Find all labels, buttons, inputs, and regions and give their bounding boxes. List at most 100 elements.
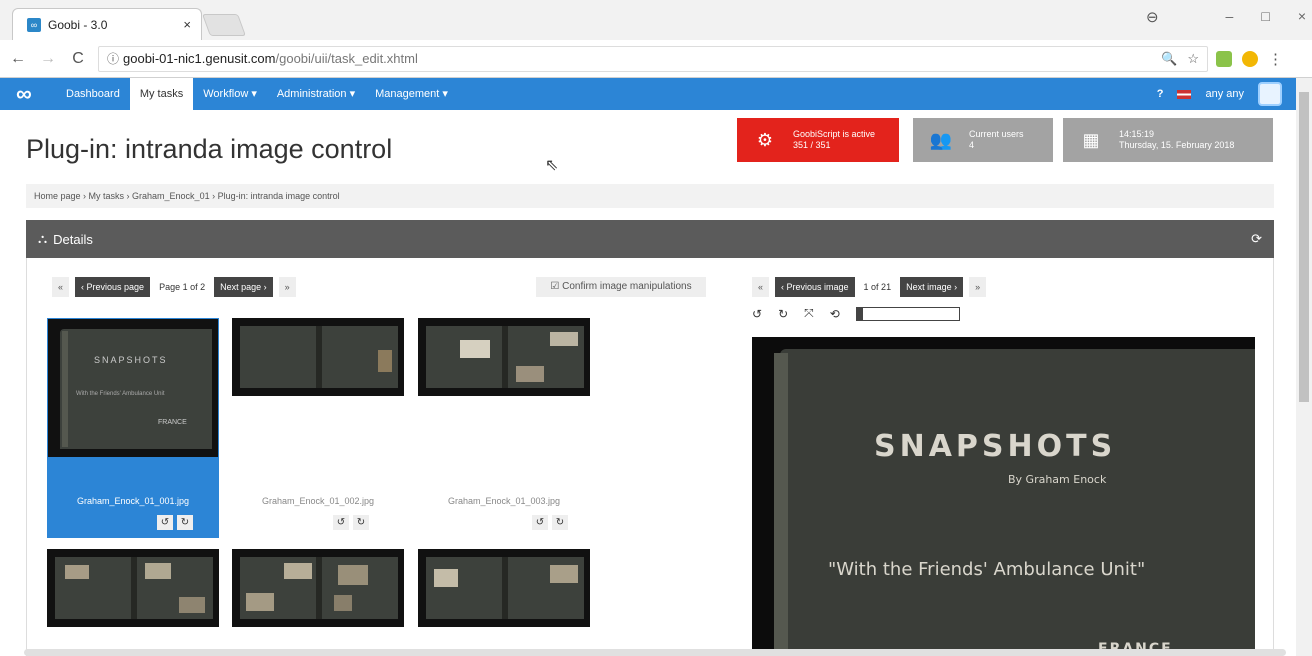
image-indicator: 1 of 21 [863,282,892,292]
cover-title: SNAPSHOTS [874,429,1117,464]
zoom-slider[interactable] [855,306,960,321]
goobi-logo[interactable]: ∞ [16,78,56,110]
browser-menu-icon[interactable]: ⋮ [1268,50,1283,68]
gear-icon: ⚙ [756,129,774,150]
language-flag-icon[interactable] [1177,89,1192,99]
thumbnail-image[interactable] [232,318,404,396]
fullscreen-icon[interactable]: ⤧ [804,306,814,321]
page-indicator: Page 1 of 2 [159,282,206,292]
user-name[interactable]: any any [1205,88,1244,100]
thumbnail-filename: Graham_Enock_01_001.jpg [76,496,190,506]
goobiscript-widget[interactable]: ⚙ GoobiScript is active 351 / 351 [737,118,899,162]
users-label: Current users [969,129,1024,139]
page-title: Plug-in: intranda image control [26,134,393,164]
nav-administration[interactable]: Administration ▾ [267,78,365,110]
mouse-cursor-icon: ⇖ [545,157,559,174]
breadcrumb[interactable]: Home page › My tasks › Graham_Enock_01 ›… [26,184,1274,208]
goobi-favicon-icon: ∞ [27,17,41,32]
last-page-button[interactable]: » [278,277,296,297]
new-tab-button[interactable] [201,14,247,36]
rotate-left-icon[interactable]: ↺ [333,515,349,530]
extension-icon[interactable] [1216,50,1232,67]
nav-management[interactable]: Management ▾ [365,78,458,110]
cover-author: By Graham Enock [1008,473,1107,486]
thumbnail-image[interactable] [47,549,219,627]
address-bar: ← → C ⓘ goobi-01-nic1.genusit.com /goobi… [0,40,1312,78]
image-tools: ↺ ↻ ⤧ ⟲ [752,306,960,321]
thumbnail-filename: Graham_Enock_01_003.jpg [447,496,561,506]
rotate-left-icon[interactable]: ↺ [157,515,173,530]
vertical-scrollbar[interactable] [1296,78,1312,656]
goobiscript-status: GoobiScript is active [793,129,876,139]
nav-workflow[interactable]: Workflow ▾ [193,78,267,110]
window-controls: – □ × [1226,8,1306,24]
thumbnail-image[interactable] [418,318,590,396]
refresh-icon[interactable]: ⟳ [1251,231,1262,247]
sitemap-icon: ⛬ [38,231,48,246]
clock-time: 14:15:19 [1119,129,1155,139]
thumbnail-cell[interactable]: Graham_Enock_01_003.jpg ↺ ↻ [418,318,590,538]
image-viewer[interactable]: SNAPSHOTS By Graham Enock "With the Frie… [752,337,1255,656]
clock-date: Thursday, 15. February 2018 [1119,140,1235,150]
nav-dashboard[interactable]: Dashboard [56,78,130,110]
thumbnail-cell[interactable]: Graham_Enock_01_002.jpg ↺ ↻ [232,318,404,538]
back-icon[interactable]: ← [6,50,30,68]
maximize-icon[interactable]: □ [1261,8,1269,24]
url-path: /goobi/uii/task_edit.xhtml [275,51,418,66]
previous-image-button[interactable]: ‹ Previous image [775,277,855,297]
last-image-button[interactable]: » [969,277,987,297]
confirm-image-manipulations-button[interactable]: ☑ Confirm image manipulations [536,277,706,297]
nav-my-tasks[interactable]: My tasks [129,78,194,110]
horizontal-scrollbar[interactable] [24,649,1286,656]
tab-close-icon[interactable]: × [183,17,191,32]
image-pager: « ‹ Previous image 1 of 21 Next image › … [752,277,987,297]
scrollbar-thumb[interactable] [1299,92,1309,402]
rotate-left-icon[interactable]: ↺ [532,515,548,530]
previous-page-button[interactable]: ‹ Previous page [75,277,151,297]
reset-icon[interactable]: ⟲ [830,307,840,321]
avatar[interactable] [1258,82,1282,106]
album-cover-image [780,349,1255,656]
bookmark-star-icon[interactable]: ☆ [1187,51,1199,67]
calendar-icon: ▦ [1082,129,1100,150]
thumbnail-cell[interactable]: SNAPSHOTS With the Friends' Ambulance Un… [47,318,219,538]
main-navigation: ∞ Dashboard My tasks Workflow ▾ Administ… [0,78,1296,110]
thumbnail-image[interactable] [232,549,404,627]
rotate-right-icon[interactable]: ↻ [778,307,788,321]
close-window-icon[interactable]: × [1298,8,1306,24]
rotate-right-icon[interactable]: ↻ [552,515,568,530]
details-panel-header: ⛬ Details ⟳ [26,220,1274,258]
extensions: ⋮ [1216,50,1283,68]
details-title: Details [53,231,93,247]
page-pager: « ‹ Previous page Page 1 of 2 Next page … [52,277,296,297]
profile-icon[interactable]: ⊖ [1146,8,1159,26]
users-icon: 👥 [929,129,953,150]
browser-tab[interactable]: ∞ Goobi - 3.0 × [12,8,202,40]
url-input[interactable]: ⓘ goobi-01-nic1.genusit.com /goobi/uii/t… [98,45,1208,72]
url-host: goobi-01-nic1.genusit.com [123,51,276,66]
info-icon[interactable]: ⓘ [107,50,119,67]
goobiscript-count: 351 / 351 [793,140,831,150]
cover-subtitle: "With the Friends' Ambulance Unit" [828,559,1146,580]
rotate-left-icon[interactable]: ↺ [752,307,762,321]
forward-icon[interactable]: → [36,50,60,68]
next-image-button[interactable]: Next image › [900,277,964,297]
extension-icon[interactable] [1242,50,1258,67]
thumbnail-image[interactable] [418,549,590,627]
thumbnail-filename: Graham_Enock_01_002.jpg [261,496,375,506]
browser-tabstrip: ∞ Goobi - 3.0 × ⊖ – □ × [0,0,1312,40]
rotate-right-icon[interactable]: ↻ [177,515,193,530]
thumbnail-image[interactable]: SNAPSHOTS With the Friends' Ambulance Un… [48,319,218,457]
datetime-widget: ▦ 14:15:19 Thursday, 15. February 2018 [1063,118,1273,162]
current-users-widget[interactable]: 👥 Current users 4 [913,118,1053,162]
help-icon[interactable]: ? [1157,88,1164,100]
zoom-icon[interactable]: 🔍 [1161,51,1177,67]
rotate-right-icon[interactable]: ↻ [353,515,369,530]
first-image-button[interactable]: « [752,277,770,297]
first-page-button[interactable]: « [52,277,70,297]
next-page-button[interactable]: Next page › [214,277,273,297]
users-count: 4 [969,140,975,150]
zoom-slider-handle[interactable] [856,306,863,321]
minimize-icon[interactable]: – [1226,8,1234,24]
reload-icon[interactable]: C [66,50,90,68]
